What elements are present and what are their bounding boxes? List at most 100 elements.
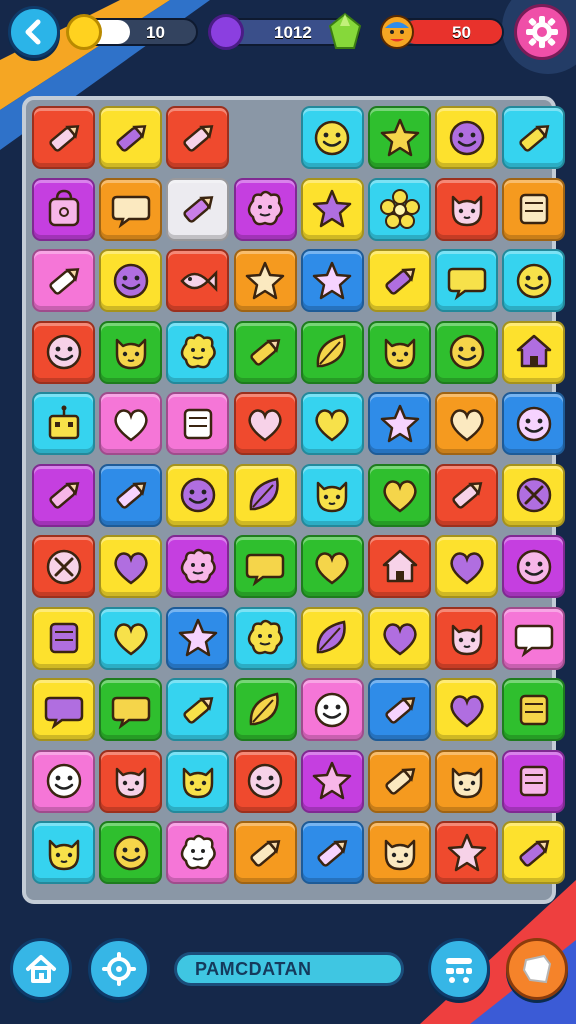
tile-cyan-cat[interactable] <box>32 821 95 884</box>
tile-pink-heart[interactable] <box>99 392 163 455</box>
tile-yellow-leaf[interactable] <box>233 463 297 527</box>
tile-red-house[interactable] <box>368 535 431 598</box>
tile-red-cross[interactable] <box>32 535 95 598</box>
tile-cyan-face[interactable] <box>502 249 566 312</box>
tile-green-cat[interactable] <box>99 320 163 384</box>
tile-green-leaf[interactable] <box>233 678 297 741</box>
tile-magenta-blob[interactable] <box>233 177 297 241</box>
tile-green-heart[interactable] <box>368 463 431 527</box>
tile-pink-face[interactable] <box>32 749 95 813</box>
tile-cyan-robot[interactable] <box>32 392 95 455</box>
tile-green-face[interactable] <box>435 320 499 384</box>
tile-cyan-face[interactable] <box>300 106 364 169</box>
tile-blue-star[interactable] <box>166 606 230 670</box>
tile-cyan-cat[interactable] <box>166 749 230 813</box>
tile-red-heart[interactable] <box>233 392 297 455</box>
tile-magenta-star[interactable] <box>300 749 364 813</box>
tile-green-star[interactable] <box>368 106 431 169</box>
tile-blue-pencil[interactable] <box>300 821 364 884</box>
tile-red-cat[interactable] <box>99 749 163 813</box>
tile-green-box[interactable] <box>502 678 566 741</box>
tile-orange-cat[interactable] <box>435 749 499 813</box>
tile-cyan-heart[interactable] <box>300 392 364 455</box>
tile-yellow-face[interactable] <box>435 106 499 169</box>
tile-yellow-heart[interactable] <box>435 535 499 598</box>
tile-orange-pencil[interactable] <box>233 821 297 884</box>
tile-red-fish[interactable] <box>166 249 230 312</box>
tile-orange-box[interactable] <box>502 177 566 241</box>
tile-cyan-blob[interactable] <box>166 320 230 384</box>
tile-red-cat[interactable] <box>435 606 499 670</box>
tile-orange-bubble[interactable] <box>99 177 163 241</box>
tile-yellow-heart[interactable] <box>435 678 499 741</box>
face-icon <box>180 477 216 513</box>
tile-pink-pencil[interactable] <box>32 249 95 312</box>
tile-blue-star[interactable] <box>368 392 431 455</box>
tile-green-face[interactable] <box>99 821 163 884</box>
tile-yellow-leaf[interactable] <box>300 606 364 670</box>
heart-icon <box>382 480 417 513</box>
tile-blue-star[interactable] <box>300 249 364 312</box>
tile-yellow-face[interactable] <box>99 249 163 312</box>
box-icon <box>519 193 549 225</box>
tile-yellow-face[interactable] <box>166 463 230 527</box>
tile-yellow-heart[interactable] <box>368 606 431 670</box>
tile-cyan-flower[interactable] <box>368 177 431 241</box>
tile-green-pencil[interactable] <box>233 320 297 384</box>
tile-red-face[interactable] <box>233 749 297 813</box>
tile-green-bubble[interactable] <box>99 678 163 741</box>
tile-magenta-bag[interactable] <box>32 177 95 241</box>
settings-button[interactable] <box>514 4 570 60</box>
tile-white-pencil[interactable] <box>166 177 230 241</box>
tile-pink-blob[interactable] <box>166 821 230 884</box>
tile-cyan-heart[interactable] <box>99 606 163 670</box>
tile-cyan-pencil[interactable] <box>502 106 566 169</box>
coin-icon <box>66 14 102 50</box>
tile-magenta-box[interactable] <box>502 749 566 813</box>
tile-red-face[interactable] <box>32 320 95 384</box>
extra-button[interactable] <box>506 938 568 1000</box>
tile-magenta-face[interactable] <box>502 535 566 598</box>
tile-yellow-cross[interactable] <box>502 463 566 527</box>
tile-orange-cat[interactable] <box>368 821 431 884</box>
back-button[interactable] <box>8 6 60 58</box>
tile-blue-pencil[interactable] <box>368 678 431 741</box>
tile-green-cat[interactable] <box>368 320 431 384</box>
tile-yellow-pencil[interactable] <box>502 821 566 884</box>
tile-magenta-blob[interactable] <box>166 535 230 598</box>
tile-green-leaf[interactable] <box>300 320 364 384</box>
tile-cyan-cat[interactable] <box>300 463 364 527</box>
tile-red-pencil[interactable] <box>32 106 95 169</box>
tile-yellow-pencil[interactable] <box>368 249 431 312</box>
tile-yellow-bubble[interactable] <box>32 678 95 741</box>
tile-red-star[interactable] <box>435 821 499 884</box>
tile-green-heart[interactable] <box>300 535 364 598</box>
tile-orange-pencil[interactable] <box>368 749 431 813</box>
tile-yellow-star[interactable] <box>300 177 364 241</box>
tile-orange-heart[interactable] <box>435 392 499 455</box>
tile-green-bubble[interactable] <box>233 535 297 598</box>
settings-bottom-button[interactable] <box>88 938 150 1000</box>
tile-red-cat[interactable] <box>435 177 499 241</box>
pencil-icon <box>116 482 147 509</box>
tile-yellow-house[interactable] <box>502 320 566 384</box>
tile-blue-pencil[interactable] <box>99 463 163 527</box>
tile-pink-face[interactable] <box>300 678 364 741</box>
tile-pink-bubble[interactable] <box>502 606 566 670</box>
tile-red-pencil[interactable] <box>166 106 230 169</box>
home-button[interactable] <box>10 938 72 1000</box>
tile-cyan-pencil[interactable] <box>166 678 230 741</box>
tile-orange-star[interactable] <box>233 249 297 312</box>
tile-red-pencil[interactable] <box>435 463 499 527</box>
tile-pink-box[interactable] <box>166 392 230 455</box>
tile-cyan-bubble[interactable] <box>435 249 499 312</box>
mode-label-pill[interactable]: PAMCDATAN <box>174 952 404 986</box>
tile-blue-face[interactable] <box>502 392 566 455</box>
tile-yellow-heart[interactable] <box>99 535 163 598</box>
tile-yellow-pencil[interactable] <box>99 106 163 169</box>
tile-yellow-box[interactable] <box>32 606 95 670</box>
bubble-icon <box>44 696 83 729</box>
tile-cyan-blob[interactable] <box>233 606 297 670</box>
menu-button[interactable] <box>428 938 490 1000</box>
tile-magenta-pencil[interactable] <box>32 463 95 527</box>
